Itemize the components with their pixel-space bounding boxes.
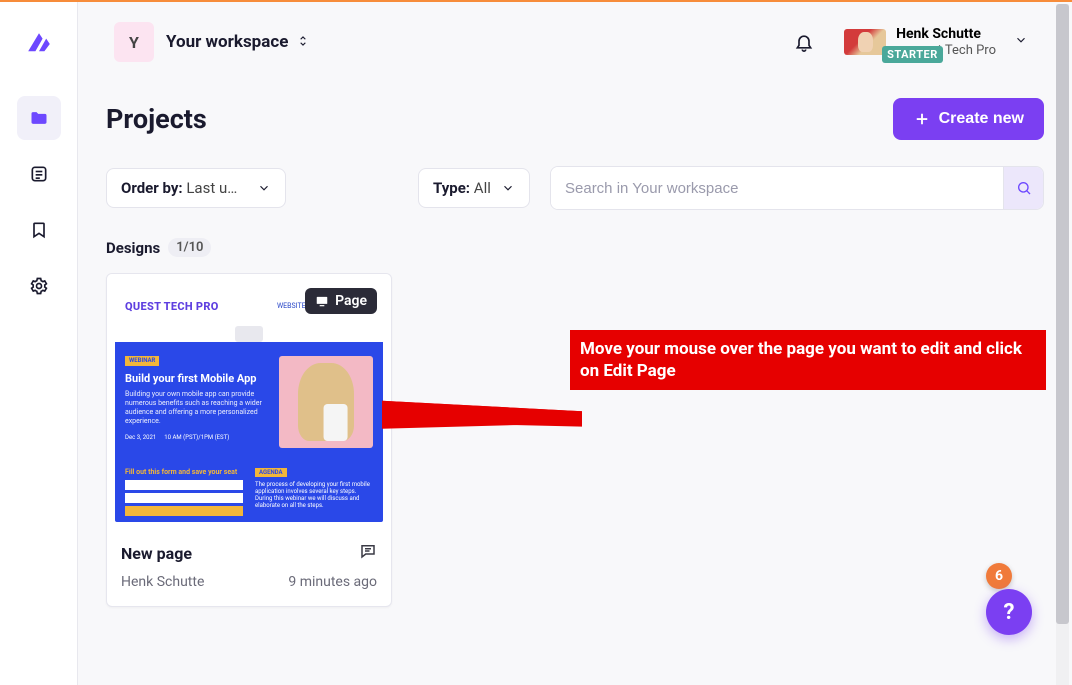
nav-templates[interactable] xyxy=(17,152,61,196)
chevron-down-icon xyxy=(501,181,515,195)
designs-count: 1/10 xyxy=(168,238,211,257)
designs-section-label: Designs 1/10 xyxy=(106,238,1044,257)
project-card[interactable]: QUEST TECH PRO WEBSITE | WEBINARS | ABOU… xyxy=(106,273,392,607)
help-button[interactable]: ? xyxy=(986,589,1032,635)
updown-icon xyxy=(296,33,310,52)
notification-count-badge[interactable]: 6 xyxy=(986,563,1012,589)
page-title: Projects xyxy=(106,103,207,135)
search-button[interactable] xyxy=(1003,167,1043,209)
create-new-label: Create new xyxy=(939,110,1024,128)
avatar xyxy=(844,29,886,55)
notifications-icon[interactable] xyxy=(788,26,820,58)
chevron-down-icon xyxy=(257,181,271,195)
chevron-down-icon xyxy=(1014,32,1028,51)
type-dropdown[interactable]: Type: All xyxy=(418,168,530,208)
hero-image xyxy=(279,356,373,448)
page-type-badge: Page xyxy=(305,288,377,314)
comment-icon[interactable] xyxy=(359,542,377,564)
order-by-dropdown[interactable]: Order by: Last u… xyxy=(106,168,286,208)
instruction-callout: Move your mouse over the page you want t… xyxy=(570,330,1046,390)
workspace-name: Your workspace xyxy=(166,32,288,52)
project-title: New page xyxy=(121,544,192,563)
search-icon xyxy=(1016,180,1032,196)
workspace-switcher[interactable]: Y Your workspace xyxy=(114,22,310,62)
scrollbar-thumb[interactable] xyxy=(1056,4,1069,624)
plus-icon xyxy=(913,110,931,128)
search-field xyxy=(550,166,1044,210)
nav-projects[interactable] xyxy=(17,96,61,140)
project-author: Henk Schutte xyxy=(121,574,204,590)
user-name: Henk Schutte xyxy=(896,26,996,43)
nav-bookmarks[interactable] xyxy=(17,208,61,252)
user-menu[interactable]: Henk Schutte est Tech Pro STARTER xyxy=(844,26,1028,58)
nav-settings[interactable] xyxy=(17,264,61,308)
search-input[interactable] xyxy=(551,167,1003,209)
page-icon xyxy=(315,294,329,308)
sidebar xyxy=(0,2,78,685)
project-time: 9 minutes ago xyxy=(288,574,377,590)
project-thumbnail: QUEST TECH PRO WEBSITE | WEBINARS | ABOU… xyxy=(107,274,391,530)
app-logo xyxy=(21,26,57,62)
plan-badge: STARTER xyxy=(882,46,943,63)
topbar: Y Your workspace Henk Schutte est Tech P… xyxy=(78,2,1072,62)
workspace-badge: Y xyxy=(114,22,154,62)
create-new-button[interactable]: Create new xyxy=(893,98,1044,140)
